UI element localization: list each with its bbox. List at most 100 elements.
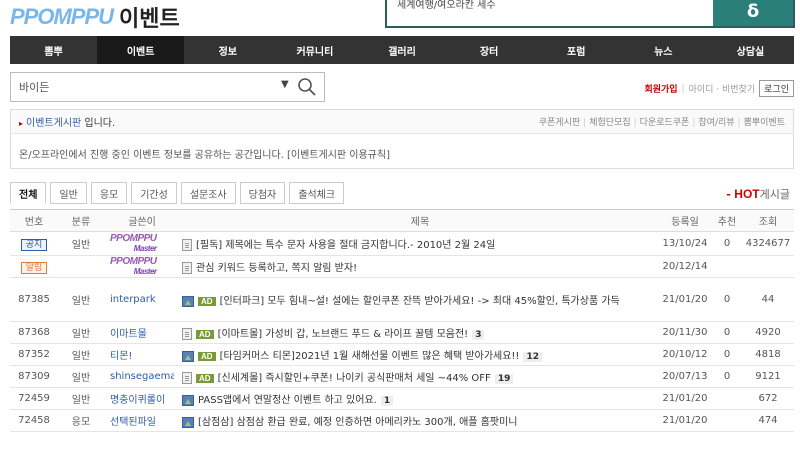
image-icon	[182, 416, 194, 428]
board-name-tail: 입니다.	[81, 118, 116, 129]
comment-count: 1	[380, 396, 394, 406]
writer-name: 선택된파일	[110, 417, 156, 428]
search-dropdown-arrow-icon[interactable]: ▼	[281, 79, 289, 90]
board-link-tester[interactable]: 체험단모집	[589, 118, 630, 128]
post-number: 87352	[18, 349, 50, 360]
nav-news[interactable]: 뉴스	[620, 36, 707, 64]
mini-logo-bottom: Master	[133, 266, 157, 276]
board-name-link[interactable]: 이벤트게시판	[26, 118, 81, 129]
post-category: 일반	[71, 351, 91, 362]
header-date: 등록일	[671, 217, 699, 228]
table-row[interactable]: 72458 응모 선택된파일 [삼점삼] 삼점삼 환급 완료, 예정 인증하면 아메리…	[10, 410, 794, 432]
nav-gallery[interactable]: 갤러리	[358, 36, 445, 64]
hot-posts-link[interactable]: - HOT게시글	[726, 186, 790, 202]
table-row[interactable]: 87385 일반 interpark AD [인터파크] 모두 힘내~설! 설에는 할인…	[10, 278, 794, 322]
ppomppu-logo: PPOMPPU	[10, 4, 114, 29]
table-row[interactable]: 공지 일반 PPOMPPU Master [필독] 제목에는 특수 문자 사용을 절대 …	[10, 232, 794, 256]
post-writer[interactable]: shinsegaemall	[104, 371, 174, 382]
post-title[interactable]: AD [타임커머스 티몬]2021년 1월 새해선물 이벤트 많은 혜택 받아가세…	[174, 347, 658, 362]
table-row[interactable]: 87309일반shinsegaemallAD[신세계몰] 즉시할인+쿠폰! 나이…	[10, 366, 794, 388]
tab-winners[interactable]: 당첨자	[239, 182, 286, 204]
post-title-text: [필독] 제목에는 특수 문자 사용을 절대 금지합니다.- 2010년 2월 …	[196, 240, 496, 251]
table-row[interactable]: 72459 일반 명충이퀴롤이 PASS앱에서 연말정산 이벤트 하고 있어요. 1 21…	[10, 388, 794, 410]
main-nav: 뽐뿌 이벤트 정보 커뮤니티 갤러리 장터 포럼 뉴스 상담실	[10, 36, 794, 64]
tab-apply[interactable]: 응모	[90, 182, 128, 204]
find-account-link[interactable]: 아이디 · 비번찾기	[689, 82, 756, 95]
post-number: 87368	[18, 327, 50, 338]
search-icon[interactable]	[297, 77, 317, 97]
post-writer[interactable]: interpark	[104, 294, 174, 305]
post-category: 일반	[71, 329, 91, 340]
board-link-download[interactable]: 다운로드쿠폰	[640, 118, 690, 128]
post-title-text: [삼점삼] 삼점삼 환급 완료, 예정 인증하면 아메리카노 300개, 애플 …	[198, 417, 518, 428]
ad-badge: AD	[196, 329, 214, 339]
nav-event[interactable]: 이벤트	[97, 36, 185, 64]
post-writer[interactable]: PPOMPPU Master	[104, 257, 174, 277]
tab-general[interactable]: 일반	[50, 182, 87, 204]
post-title-text: PASS앱에서 연말정산 이벤트 하고 있어요.	[198, 395, 377, 406]
notice-badge: 공지	[20, 239, 48, 251]
post-title[interactable]: 관심 키워드 등록하고, 쪽지 알림 받자!	[174, 259, 658, 274]
top-ad-banner[interactable]: 세계여행/여오라칸 세수 δ	[385, 0, 795, 28]
post-writer[interactable]: PPOMPPU Master	[104, 234, 174, 254]
post-number: 87309	[18, 371, 50, 382]
tab-attendance[interactable]: 출석체크	[289, 182, 345, 204]
nav-market[interactable]: 장터	[446, 36, 533, 64]
post-date: 20/07/13	[662, 371, 708, 382]
image-icon	[182, 350, 194, 362]
board-link-ppomppu-event[interactable]: 뽐뿌이벤트	[744, 118, 785, 128]
image-icon	[182, 394, 194, 406]
join-link[interactable]: 회원가입	[644, 82, 677, 95]
post-writer[interactable]: 선택된파일	[104, 413, 174, 428]
nav-consult[interactable]: 상담실	[707, 36, 794, 64]
header-writer: 글쓴이	[128, 217, 156, 228]
post-title[interactable]: AD [이마트몰] 가성비 갑, 노브랜드 푸드 & 라이프 꿀템 모음전! 3	[174, 325, 658, 340]
post-writer[interactable]: 티몬!	[104, 347, 174, 362]
table-row[interactable]: 87352 일반 티몬! AD [타임커머스 티몬]2021년 1월 새해선물 이벤트 …	[10, 344, 794, 366]
triangle-bullet-icon: ▸	[19, 119, 24, 128]
post-date: 20/10/12	[662, 349, 708, 360]
nav-info[interactable]: 정보	[184, 36, 271, 64]
mini-logo-top: PPOMPPU	[110, 233, 157, 244]
header-views: 조회	[758, 217, 778, 228]
post-writer[interactable]: 이마트몰	[104, 325, 174, 340]
nav-forum[interactable]: 포럼	[533, 36, 620, 64]
nav-ppomppu[interactable]: 뽐뿌	[10, 36, 97, 64]
document-icon	[182, 262, 192, 274]
post-recommend: 0	[723, 238, 731, 249]
login-button[interactable]: 로그인	[759, 80, 794, 97]
post-number: 알림	[10, 260, 58, 274]
tab-all[interactable]: 전체	[10, 182, 47, 204]
post-title[interactable]: PASS앱에서 연말정산 이벤트 하고 있어요. 1	[174, 391, 658, 406]
post-title[interactable]: AD [인터파크] 모두 힘내~설! 설에는 할인쿠폰 잔뜩 받아가세요! -> …	[174, 292, 658, 307]
tab-survey[interactable]: 설문조사	[180, 182, 236, 204]
post-title[interactable]: [필독] 제목에는 특수 문자 사용을 절대 금지합니다.- 2010년 2월 …	[174, 236, 658, 251]
table-row[interactable]: 87368 일반 이마트몰 AD [이마트몰] 가성비 갑, 노브랜드 푸드 & 라이프…	[10, 322, 794, 344]
ad-badge: AD	[196, 373, 214, 383]
post-title[interactable]: AD [신세계몰] 즉시할인+쿠폰! 나이키 공식판매처 세일 ~44% OFF 1…	[174, 369, 658, 384]
writer-name: 이마트몰	[110, 329, 147, 340]
post-number: 72458	[18, 415, 50, 426]
writer-name: 명충이퀴롤이	[110, 395, 166, 406]
post-writer[interactable]: 명충이퀴롤이	[104, 391, 174, 406]
post-views: 474	[758, 415, 778, 426]
post-date: 20/11/30	[662, 327, 708, 338]
post-title[interactable]: [삼점삼] 삼점삼 환급 완료, 예정 인증하면 아메리카노 300개, 애플 …	[174, 413, 658, 428]
post-recommend: 0	[723, 371, 731, 382]
nav-community[interactable]: 커뮤니티	[271, 36, 358, 64]
board-description: 온/오프라인에서 진행 중인 이벤트 정보를 공유하는 공간입니다. [이벤트게…	[19, 150, 390, 161]
post-category: 일반	[71, 240, 91, 251]
table-row[interactable]: 알림 PPOMPPU Master 관심 키워드 등록하고, 쪽지 알림 받자! 20/…	[10, 256, 794, 278]
search-row: ▼ 회원가입 | 아이디 · 비번찾기 로그인	[10, 72, 794, 104]
tab-period[interactable]: 기간성	[131, 182, 177, 204]
search-input[interactable]	[19, 80, 259, 93]
site-logo[interactable]: PPOMPPU 이벤트	[10, 2, 180, 32]
board-link-coupon[interactable]: 쿠폰게시판	[539, 118, 580, 128]
image-icon	[182, 295, 194, 307]
ppomppu-master-logo: PPOMPPU Master	[110, 257, 157, 277]
post-date: 21/01/20	[662, 393, 708, 404]
ad-badge: AD	[198, 296, 216, 306]
post-category: 응모	[71, 417, 91, 428]
post-number: 공지	[10, 237, 58, 251]
board-link-review[interactable]: 참여/리뷰	[698, 118, 734, 128]
